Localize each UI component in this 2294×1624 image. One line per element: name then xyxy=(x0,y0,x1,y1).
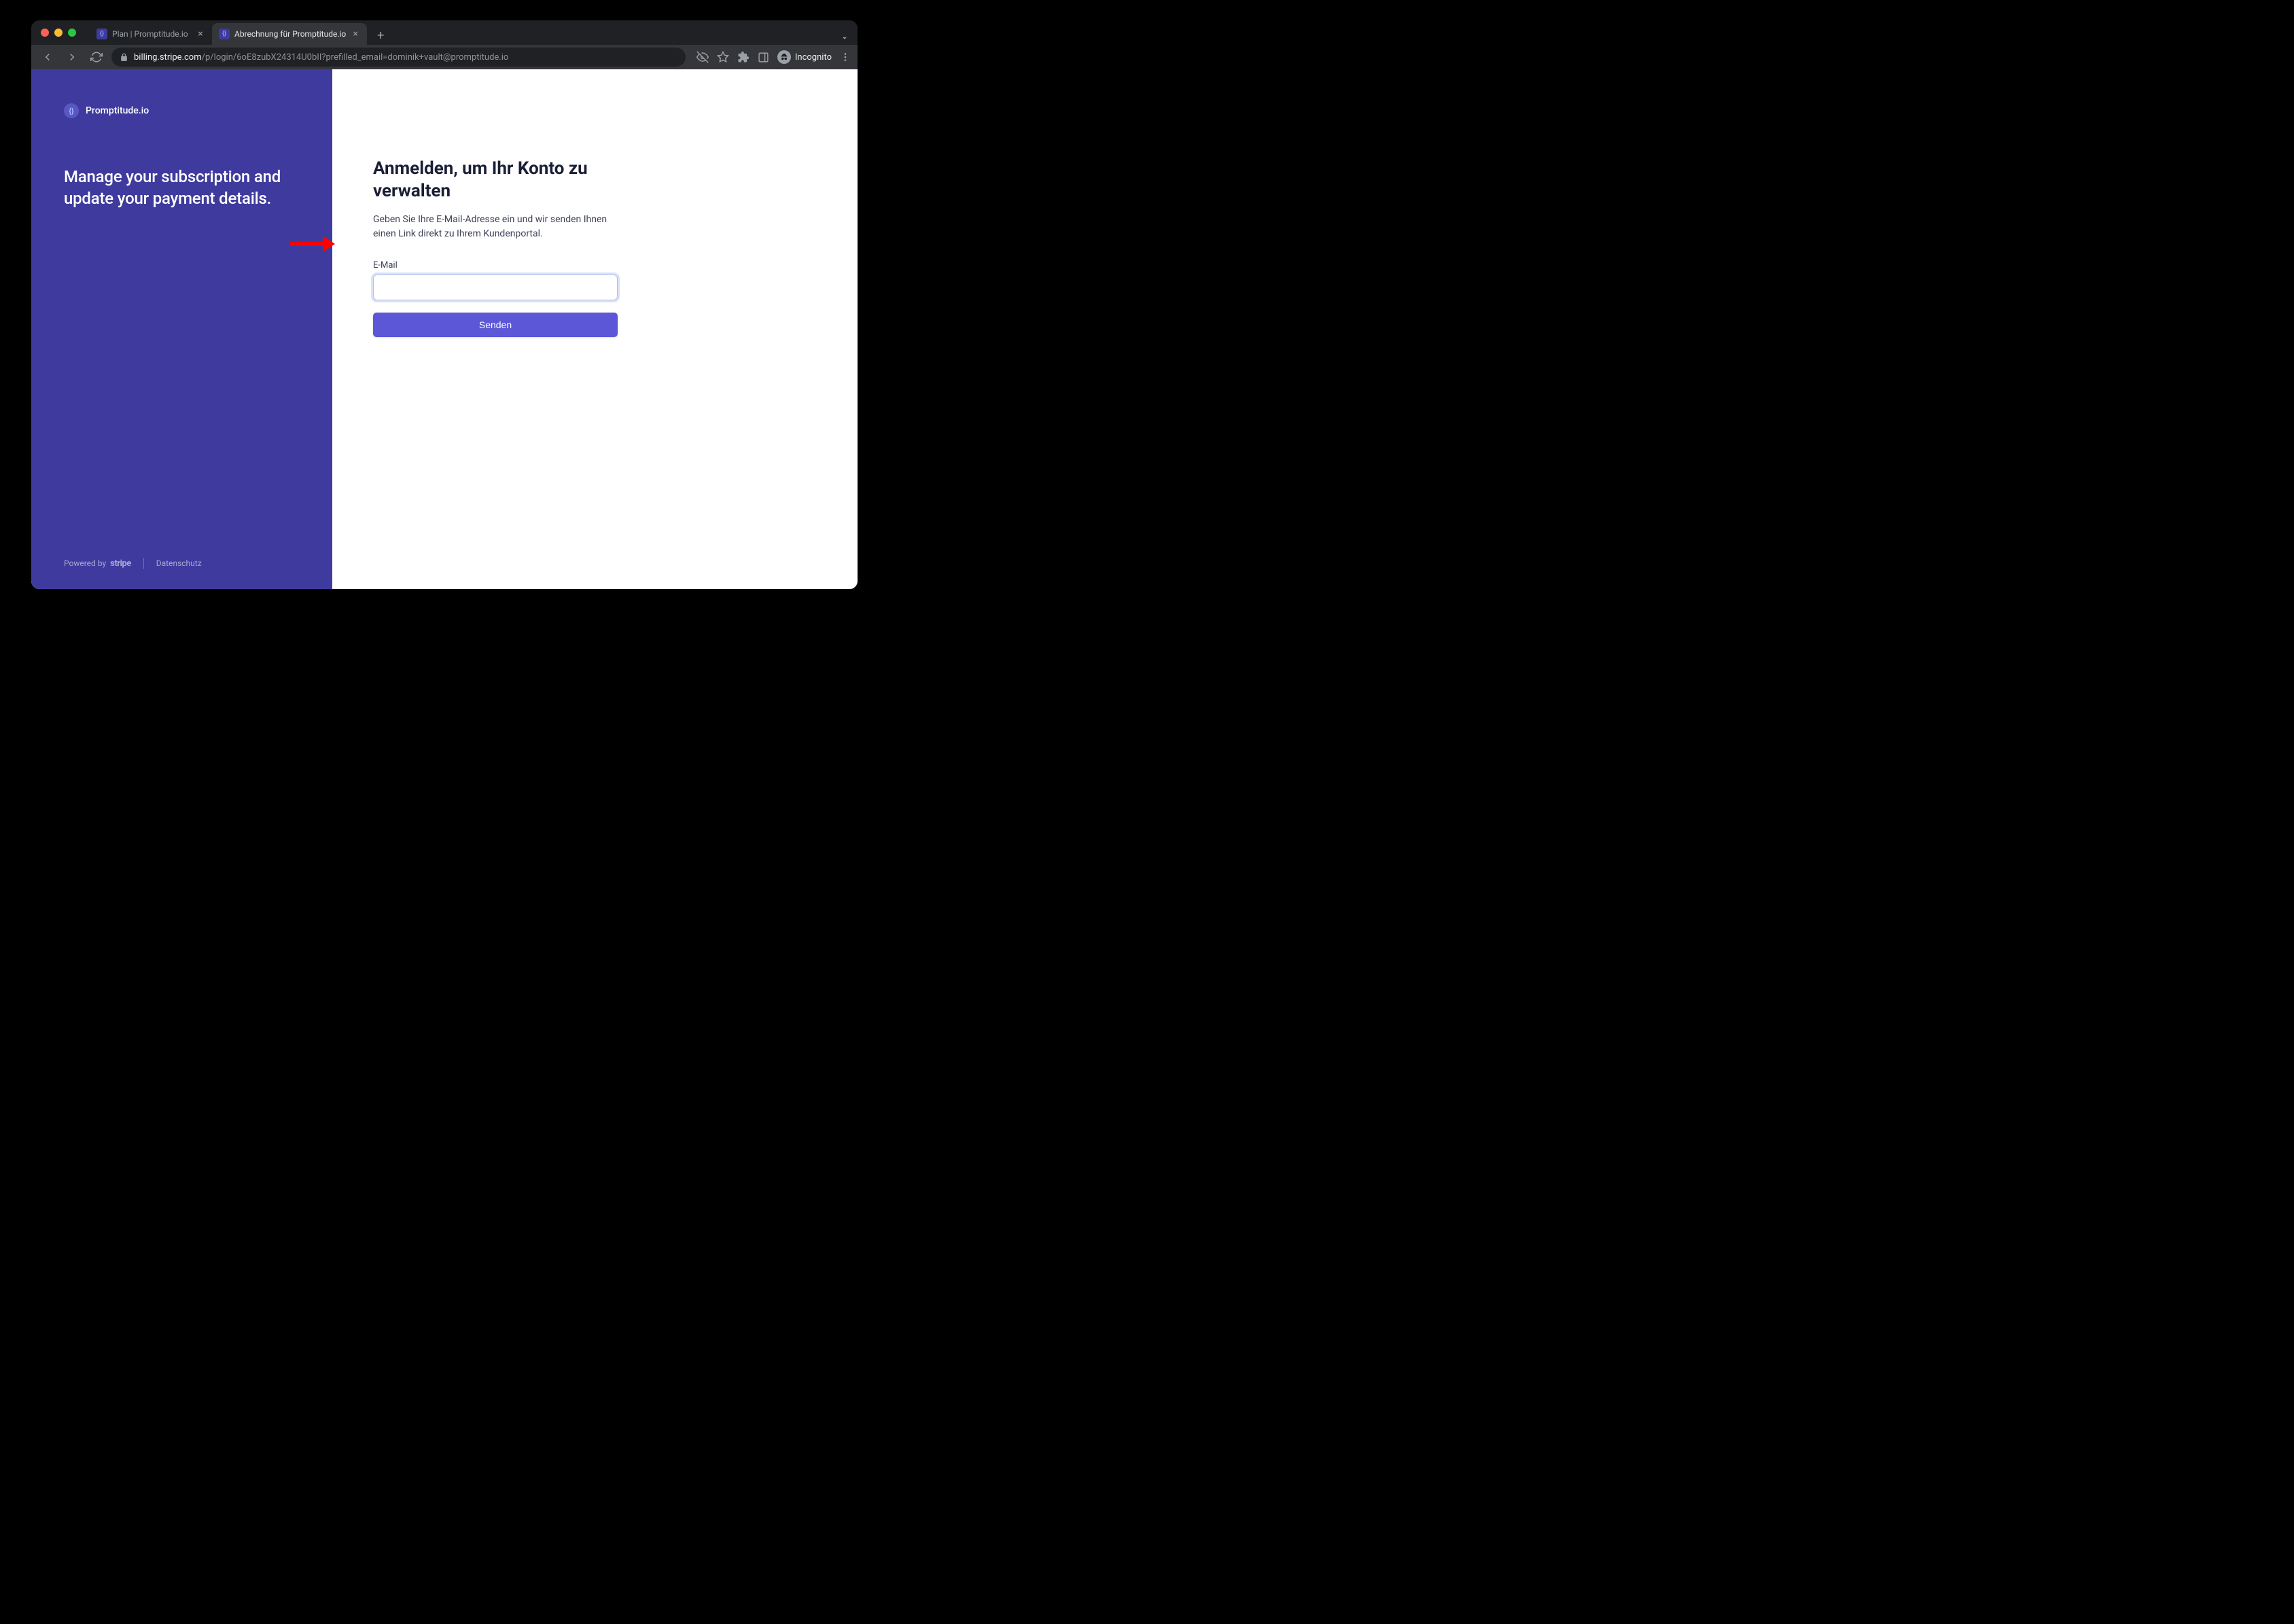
tab-strip: {} Plan | Promptitude.io × {} Abrechnung… xyxy=(90,20,858,45)
reload-button[interactable] xyxy=(87,48,106,67)
close-tab-icon[interactable]: × xyxy=(351,29,360,39)
tab-plan[interactable]: {} Plan | Promptitude.io × xyxy=(90,23,212,45)
incognito-icon xyxy=(777,50,791,64)
form-heading: Anmelden, um Ihr Konto zu verwalten xyxy=(373,158,618,202)
browser-window: {} Plan | Promptitude.io × {} Abrechnung… xyxy=(31,20,858,589)
incognito-badge: Incognito xyxy=(777,50,832,64)
arrow-line xyxy=(290,242,323,246)
extensions-icon[interactable] xyxy=(737,51,749,63)
powered-by[interactable]: Powered by stripe xyxy=(64,559,131,569)
arrow-annotation xyxy=(290,236,335,252)
back-button[interactable] xyxy=(38,48,57,67)
form-subtitle: Geben Sie Ihre E-Mail-Adresse ein und wi… xyxy=(373,213,618,241)
tab-title: Plan | Promptitude.io xyxy=(112,29,191,39)
privacy-link[interactable]: Datenschutz xyxy=(156,559,202,568)
divider xyxy=(143,558,144,569)
arrow-head-icon xyxy=(323,236,335,252)
eye-off-icon[interactable] xyxy=(696,51,709,63)
incognito-label: Incognito xyxy=(795,52,832,63)
title-bar: {} Plan | Promptitude.io × {} Abrechnung… xyxy=(31,20,858,45)
lock-icon xyxy=(120,53,128,62)
email-label: E-Mail xyxy=(373,260,618,270)
brand-name: Promptitude.io xyxy=(86,105,149,116)
left-footer: Powered by stripe Datenschutz xyxy=(64,558,300,569)
tab-abrechnung[interactable]: {} Abrechnung für Promptitude.io × xyxy=(212,23,367,45)
powered-by-label: Powered by xyxy=(64,559,106,568)
maximize-window-button[interactable] xyxy=(68,29,76,37)
close-window-button[interactable] xyxy=(41,29,49,37)
address-bar: billing.stripe.com/p/login/6oE8zubX24314… xyxy=(31,45,858,69)
login-form: Anmelden, um Ihr Konto zu verwalten Gebe… xyxy=(373,158,618,337)
page-content: {} Promptitude.io Manage your subscripti… xyxy=(31,69,858,589)
window-controls xyxy=(41,29,76,37)
toolbar-icons: Incognito xyxy=(696,50,851,64)
stripe-logo: stripe xyxy=(110,559,131,569)
email-input[interactable] xyxy=(373,275,618,300)
brand-icon: {} xyxy=(64,103,79,118)
close-tab-icon[interactable]: × xyxy=(196,29,205,39)
minimize-window-button[interactable] xyxy=(54,29,63,37)
star-icon[interactable] xyxy=(717,51,729,63)
url-bar[interactable]: billing.stripe.com/p/login/6oE8zubX24314… xyxy=(111,48,686,67)
left-panel: {} Promptitude.io Manage your subscripti… xyxy=(31,69,332,589)
left-heading: Manage your subscription and update your… xyxy=(64,166,300,210)
forward-button[interactable] xyxy=(63,48,82,67)
right-panel: Anmelden, um Ihr Konto zu verwalten Gebe… xyxy=(332,69,858,589)
submit-button[interactable]: Senden xyxy=(373,313,618,337)
brand: {} Promptitude.io xyxy=(64,103,300,118)
url-text: billing.stripe.com/p/login/6oE8zubX24314… xyxy=(134,52,508,63)
new-tab-button[interactable]: + xyxy=(371,26,390,45)
favicon-icon: {} xyxy=(96,29,107,39)
menu-icon[interactable] xyxy=(840,52,851,63)
tab-dropdown-icon[interactable] xyxy=(840,33,849,45)
favicon-icon: {} xyxy=(219,29,230,39)
tab-title: Abrechnung für Promptitude.io xyxy=(234,29,346,39)
panel-icon[interactable] xyxy=(758,52,769,63)
